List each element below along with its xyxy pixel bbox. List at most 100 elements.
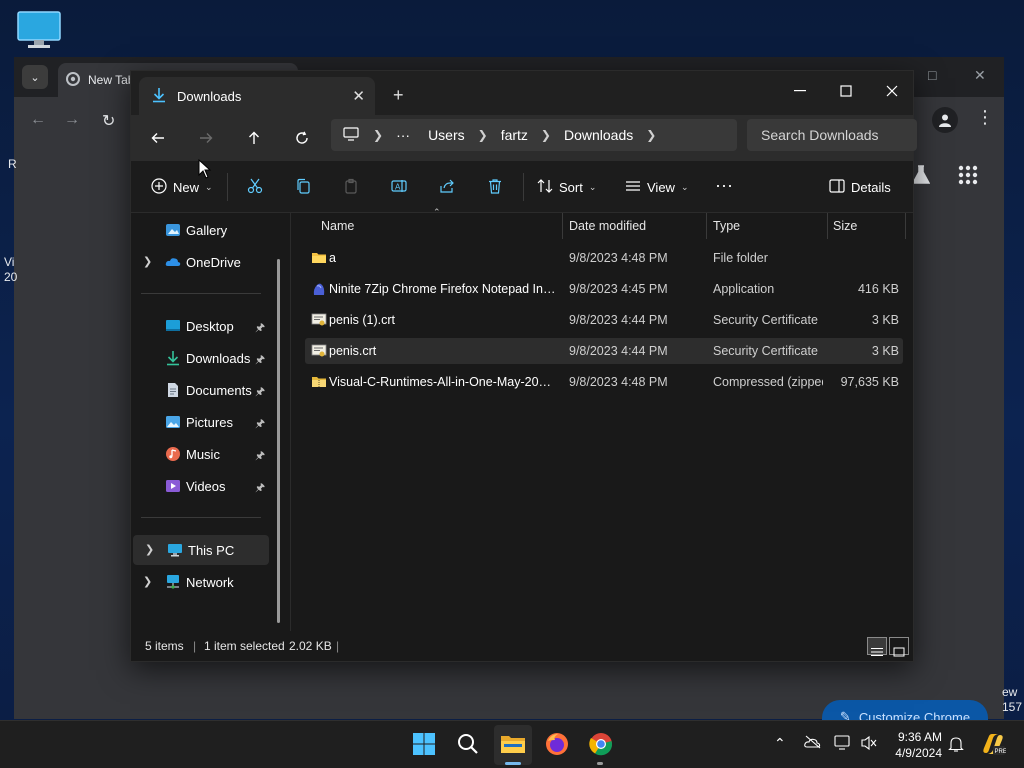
explorer-tab-downloads[interactable]: Downloads ✕ — [139, 77, 375, 115]
column-divider[interactable] — [562, 213, 563, 239]
google-apps-icon[interactable] — [958, 165, 978, 188]
nav-label: Downloads — [186, 351, 251, 366]
column-divider[interactable] — [905, 213, 906, 239]
start-button[interactable] — [410, 731, 438, 759]
this-pc-icon — [167, 542, 183, 558]
breadcrumb-fartz[interactable]: fartz — [492, 127, 537, 143]
breadcrumb-users[interactable]: Users — [419, 127, 474, 143]
chrome-maximize-icon[interactable]: □ — [928, 67, 936, 83]
breadcrumb-overflow[interactable]: ··· — [387, 127, 419, 143]
column-divider[interactable] — [706, 213, 707, 239]
column-header-size[interactable]: Size — [833, 219, 857, 233]
table-row[interactable]: Visual-C-Runtimes-All-in-One-May-2023.zi… — [305, 369, 903, 395]
column-header-date[interactable]: Date modified — [569, 219, 646, 233]
status-bar: 5 items | 1 item selected 2.02 KB | — [131, 631, 913, 661]
monitor-icon[interactable] — [343, 126, 369, 144]
chevron-right-icon[interactable]: ❯ — [143, 575, 152, 588]
chevron-right-icon[interactable]: ❯ — [642, 128, 660, 142]
running-indicator — [597, 762, 603, 765]
pin-icon[interactable]: 🖈 — [255, 479, 265, 498]
nav-item-network[interactable]: ❯ Network — [131, 567, 269, 597]
nav-item-videos[interactable]: Videos 🖈 — [131, 471, 269, 501]
labs-flask-icon[interactable] — [911, 165, 931, 188]
pin-icon[interactable]: 🖈 — [255, 415, 265, 434]
nav-item-documents[interactable]: Documents 🖈 — [131, 375, 269, 405]
volume-muted-icon[interactable] — [860, 735, 878, 754]
nav-item-desktop[interactable]: Desktop 🖈 — [131, 311, 269, 341]
chrome-back-icon[interactable]: ← — [30, 111, 46, 129]
chrome-menu-icon[interactable]: ⋮ — [976, 107, 994, 128]
more-options-button[interactable]: ··· — [715, 173, 733, 197]
onedrive-offline-icon[interactable] — [804, 735, 822, 752]
chevron-up-icon[interactable]: ⌃ — [774, 735, 786, 752]
taskbar-file-explorer[interactable] — [499, 731, 527, 759]
details-view-toggle[interactable] — [867, 637, 887, 656]
network-icon[interactable] — [834, 735, 852, 754]
chevron-right-icon[interactable]: ❯ — [474, 128, 492, 142]
table-row[interactable]: penis.crt 9/8/2023 4:44 PM Security Cert… — [305, 338, 903, 364]
pin-icon[interactable]: 🖈 — [255, 447, 265, 466]
chrome-page-text: 157 — [1002, 700, 1023, 714]
nav-scrollbar[interactable] — [277, 259, 280, 623]
chrome-forward-icon[interactable]: → — [64, 111, 80, 129]
chevron-right-icon[interactable]: ❯ — [537, 128, 555, 142]
navigation-pane: Gallery ❯ OneDrive Desktop 🖈 Downloads 🖈… — [131, 213, 291, 631]
new-tab-plus-icon[interactable]: + — [393, 85, 404, 106]
nav-item-gallery[interactable]: Gallery — [131, 215, 269, 245]
close-tab-icon[interactable]: ✕ — [352, 87, 365, 105]
nav-item-this-pc[interactable]: ❯ This PC — [133, 535, 269, 565]
nav-item-music[interactable]: Music 🖈 — [131, 439, 269, 469]
search-input[interactable]: Search Downloads — [747, 119, 917, 151]
clock[interactable]: 9:36 AM 4/9/2024 — [886, 729, 942, 761]
copy-button[interactable] — [295, 175, 311, 199]
up-arrow-icon[interactable] — [243, 127, 265, 149]
this-pc-desktop-icon[interactable] — [16, 10, 62, 50]
chevron-down-icon: ⌄ — [30, 71, 40, 84]
thumbnail-view-toggle[interactable] — [889, 637, 909, 657]
pin-icon[interactable]: 🖈 — [255, 319, 265, 338]
copilot-preview-icon[interactable]: PRE — [980, 731, 1007, 760]
breadcrumb-downloads[interactable]: Downloads — [555, 127, 642, 143]
table-row[interactable]: penis (1).crt 9/8/2023 4:44 PM Security … — [305, 307, 903, 333]
address-breadcrumb-bar[interactable]: ❯ ··· Users ❯ fartz ❯ Downloads ❯ — [331, 119, 737, 151]
paste-button[interactable] — [343, 175, 359, 199]
chrome-tab-search-button[interactable]: ⌄ — [22, 65, 48, 89]
back-arrow-icon[interactable] — [147, 127, 169, 149]
maximize-button[interactable] — [823, 75, 869, 107]
notification-bell-icon[interactable] — [948, 735, 964, 756]
view-button[interactable]: View ⌄ — [625, 175, 689, 199]
download-arrow-icon — [151, 87, 167, 106]
nav-item-pictures[interactable]: Pictures 🖈 — [131, 407, 269, 437]
column-header-type[interactable]: Type — [713, 219, 740, 233]
file-name: a — [329, 251, 336, 265]
pin-icon[interactable]: 🖈 — [255, 383, 265, 402]
search-button[interactable] — [454, 731, 482, 759]
delete-button[interactable] — [487, 175, 503, 199]
close-window-button[interactable] — [869, 75, 915, 107]
taskbar-chrome[interactable] — [587, 731, 615, 759]
nav-item-onedrive[interactable]: ❯ OneDrive — [131, 247, 269, 277]
column-header-name[interactable]: Name — [321, 219, 354, 233]
chrome-profile-icon[interactable] — [932, 107, 958, 133]
chevron-right-icon[interactable]: ❯ — [369, 128, 387, 142]
pin-icon[interactable]: 🖈 — [255, 351, 265, 370]
nav-label: OneDrive — [186, 255, 241, 270]
share-button[interactable] — [439, 175, 455, 199]
rename-button[interactable]: A — [391, 175, 407, 199]
minimize-button[interactable] — [777, 75, 823, 107]
chevron-right-icon[interactable]: ❯ — [143, 255, 152, 268]
cut-button[interactable] — [247, 175, 263, 199]
refresh-icon[interactable] — [291, 127, 313, 149]
chrome-reload-icon[interactable]: ↻ — [102, 111, 115, 131]
nav-item-downloads[interactable]: Downloads 🖈 — [131, 343, 269, 373]
chevron-right-icon[interactable]: ❯ — [145, 543, 154, 556]
sort-button[interactable]: Sort ⌄ — [537, 175, 596, 199]
taskbar-firefox[interactable] — [543, 731, 571, 759]
forward-arrow-icon[interactable] — [195, 127, 217, 149]
file-date: 9/8/2023 4:44 PM — [569, 344, 668, 358]
table-row[interactable]: a 9/8/2023 4:48 PM File folder — [305, 245, 903, 271]
chrome-close-icon[interactable]: ✕ — [974, 67, 986, 84]
details-pane-button[interactable]: Details — [829, 175, 891, 199]
column-divider[interactable] — [827, 213, 828, 239]
table-row[interactable]: Ninite 7Zip Chrome Firefox Notepad Insta… — [305, 276, 903, 302]
